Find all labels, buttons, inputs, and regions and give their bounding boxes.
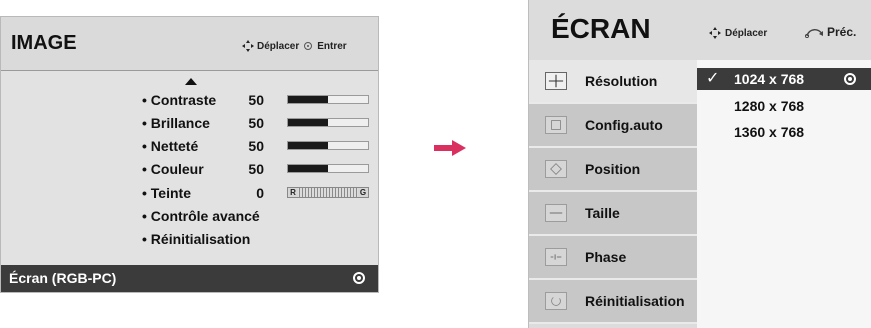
item-label: • Netteté [142,138,199,154]
resolution-options: ✓ 1024 x 768 1280 x 768 1360 x 768 [697,60,871,328]
ecran-menu-title: ÉCRAN [551,13,651,44]
menu-item-contraste[interactable]: • Contraste 50 [1,92,378,114]
right-hint-back: Préc. [827,25,857,39]
teinte-slider[interactable]: R G [287,187,369,198]
right-hint-back-group[interactable]: Préc. [805,25,856,39]
item-value: 50 [248,138,264,154]
nettete-slider[interactable] [287,141,369,150]
move-arrows-icon [242,40,254,52]
menu-item-teinte[interactable]: • Teinte 0 R G [1,185,378,207]
crosshair-icon [545,72,567,90]
menu-item-reinitialisation[interactable]: • Réinitialisation [1,231,378,253]
left-hint-bar: Déplacer Entrer [241,39,347,53]
image-menu-panel: IMAGE Déplacer Entrer • Contraste 50 • B… [0,16,379,293]
item-label: • Contraste [142,92,217,108]
image-menu-header: IMAGE Déplacer Entrer [1,17,378,71]
item-value: 0 [256,185,264,201]
reset-icon [545,292,567,310]
ecran-menu-panel: ÉCRAN Déplacer Préc. Résolution Config.a… [528,0,871,328]
item-value: 50 [248,115,264,131]
tab-label: Taille [585,205,620,221]
couleur-slider[interactable] [287,164,369,173]
checkmark-icon: ✓ [706,70,720,87]
item-label: • Teinte [142,185,191,201]
tab-resolution[interactable]: Résolution [529,60,697,104]
tab-position[interactable]: Position [529,148,697,192]
auto-config-icon [545,116,567,134]
selected-item-label: Écran (RGB-PC) [9,270,117,286]
radio-selected-icon [844,73,856,85]
ok-button-icon [304,42,313,50]
tab-label: Réinitialisation [585,293,685,309]
tab-taille[interactable]: Taille [529,192,697,236]
left-hint-enter: Entrer [317,40,347,52]
option-1360x768[interactable]: 1360 x 768 [734,124,804,140]
right-hint-move: Déplacer [725,27,768,39]
tab-config-auto[interactable]: Config.auto [529,104,697,148]
tint-red-label: R [288,188,298,197]
contraste-slider[interactable] [287,95,369,104]
right-hint-move-group: Déplacer [708,26,767,40]
item-label: • Réinitialisation [142,231,251,247]
brillance-slider[interactable] [287,118,369,127]
back-arrow-icon [805,29,823,38]
left-hint-move: Déplacer [257,40,300,52]
scroll-up-icon[interactable] [185,78,197,85]
tab-label: Résolution [585,73,658,89]
image-menu-title: IMAGE [11,32,77,54]
menu-item-nettete[interactable]: • Netteté 50 [1,138,378,160]
tab-phase[interactable]: Phase [529,236,697,280]
tab-label: Position [585,161,641,177]
item-value: 50 [248,161,264,177]
ecran-tabs: Résolution Config.auto Position Taille P… [529,60,697,328]
radio-selected-icon [353,272,365,284]
option-1024x768[interactable]: 1024 x 768 [734,71,804,87]
size-icon [545,204,567,222]
option-1280x768[interactable]: 1280 x 768 [734,98,804,114]
menu-item-ecran-selected[interactable]: Écran (RGB-PC) [1,265,378,292]
item-label: • Brillance [142,115,210,131]
tint-green-label: G [358,188,368,197]
item-label: • Couleur [142,161,204,177]
tab-reinitialisation[interactable]: Réinitialisation [529,280,697,324]
move-arrows-icon [709,27,721,39]
position-icon [545,160,567,178]
phase-icon [545,248,567,266]
menu-item-brillance[interactable]: • Brillance 50 [1,115,378,137]
tab-label: Phase [585,249,627,265]
tab-label: Config.auto [585,117,663,133]
item-label: • Contrôle avancé [142,208,260,224]
menu-item-controle-avance[interactable]: • Contrôle avancé [1,208,378,230]
menu-item-couleur[interactable]: • Couleur 50 [1,161,378,183]
arrow-right-icon [434,140,466,156]
item-value: 50 [248,92,264,108]
